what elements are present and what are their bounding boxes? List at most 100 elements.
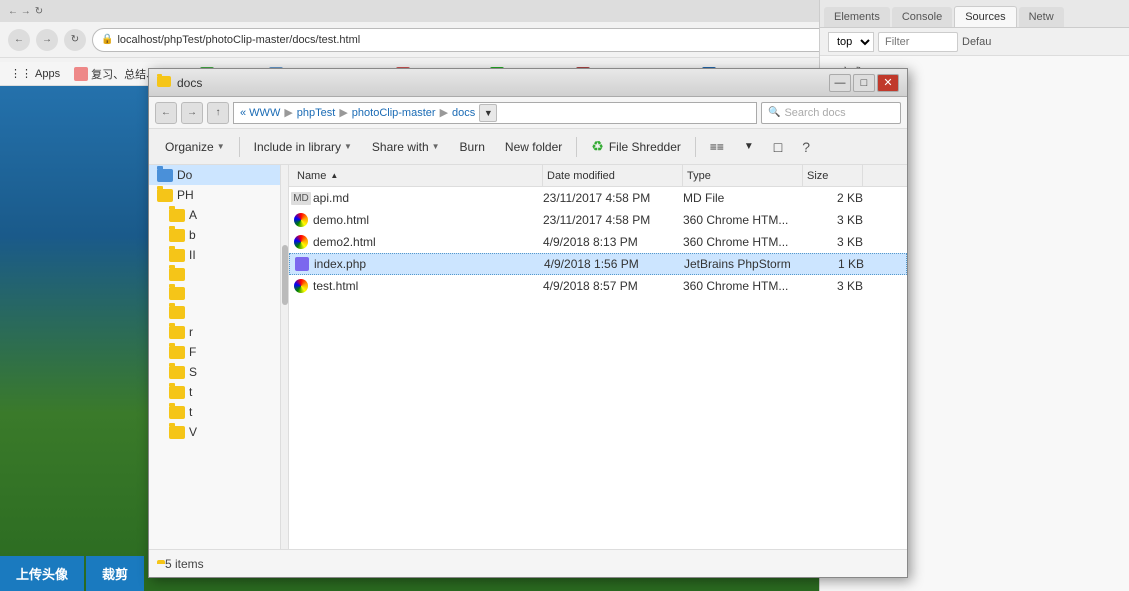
help-button[interactable]: ? — [794, 133, 818, 161]
tab-elements[interactable]: Elements — [824, 7, 890, 27]
file-row-index[interactable]: index.php 4/9/2018 1:56 PM JetBrains Php… — [289, 253, 907, 275]
sidebar-folder-ii[interactable]: II — [149, 245, 288, 265]
file-date-demo2: 4/9/2018 8:13 PM — [543, 235, 683, 249]
path-www[interactable]: « WWW — [240, 107, 280, 119]
share-with-button[interactable]: Share with ▼ — [364, 133, 448, 161]
sidebar-folder-7[interactable] — [149, 303, 288, 322]
sidebar-folder-ph[interactable]: PH — [149, 185, 288, 205]
tab-console[interactable]: Console — [892, 7, 952, 27]
file-type-api: MD File — [683, 191, 803, 205]
sidebar-folder-icon-ii — [169, 249, 185, 262]
explorer-path[interactable]: « WWW ▶ phpTest ▶ photoClip-master ▶ doc… — [233, 102, 757, 124]
view-options-button[interactable]: □ — [766, 133, 790, 161]
status-text: 5 items — [165, 557, 204, 571]
explorer-sidebar: Do PH A b II — [149, 165, 289, 549]
dialog-title: docs — [157, 76, 829, 90]
explorer-address-bar: ← → ↑ « WWW ▶ phpTest ▶ photoClip-master… — [149, 97, 907, 129]
organize-button[interactable]: Organize ▼ — [157, 133, 233, 161]
file-icon-index — [294, 256, 310, 272]
sidebar-scrollbar[interactable] — [280, 165, 288, 549]
sidebar-folder-t1[interactable]: t — [149, 382, 288, 402]
explorer-toolbar: Organize ▼ Include in library ▼ Share wi… — [149, 129, 907, 165]
devtools-default-label: Defau — [962, 36, 991, 48]
sidebar-folder-r[interactable]: r — [149, 322, 288, 342]
crop-button[interactable]: 裁剪 — [86, 556, 144, 591]
sidebar-folder-v[interactable]: V — [149, 422, 288, 442]
sidebar-folder-icon-f — [169, 346, 185, 359]
col-header-date[interactable]: Date modified — [543, 165, 683, 187]
file-icon-test — [293, 278, 309, 294]
reload-button[interactable]: ↻ — [64, 29, 86, 51]
file-name-index: index.php — [314, 257, 544, 271]
sidebar-folder-icon-5 — [169, 268, 185, 281]
sidebar-folder-s[interactable]: S — [149, 362, 288, 382]
chrome-reload[interactable]: ↻ — [35, 6, 43, 17]
sidebar-folder-f[interactable]: F — [149, 342, 288, 362]
dialog-title-text: docs — [177, 76, 202, 90]
toolbar-separator-1 — [239, 137, 240, 157]
explorer-up-button[interactable]: ↑ — [207, 102, 229, 124]
forward-button[interactable]: → — [36, 29, 58, 51]
file-shredder-button[interactable]: ♻ File Shredder — [583, 133, 689, 161]
sidebar-folder-6[interactable] — [149, 284, 288, 303]
back-button[interactable]: ← — [8, 29, 30, 51]
sidebar-folder-icon-t1 — [169, 386, 185, 399]
file-row-demo[interactable]: demo.html 23/11/2017 4:58 PM 360 Chrome … — [289, 209, 907, 231]
file-name-demo2: demo2.html — [313, 235, 543, 249]
col-header-name[interactable]: Name ▲ — [293, 165, 543, 187]
col-header-size[interactable]: Size — [803, 165, 863, 187]
restore-button[interactable]: □ — [853, 74, 875, 92]
view-dropdown-button[interactable]: ▼ — [736, 133, 762, 161]
sidebar-folder-t2[interactable]: t — [149, 402, 288, 422]
sidebar-folder-b[interactable]: b — [149, 225, 288, 245]
apps-icon: ⋮⋮ — [10, 67, 32, 80]
close-button[interactable]: ✕ — [877, 74, 899, 92]
col-header-type[interactable]: Type — [683, 165, 803, 187]
sidebar-folder-5[interactable] — [149, 265, 288, 284]
tab-sources[interactable]: Sources — [954, 6, 1016, 27]
sidebar-folder-icon-6 — [169, 287, 185, 300]
bottom-buttons: 上传头像 裁剪 — [0, 556, 144, 591]
file-date-index: 4/9/2018 1:56 PM — [544, 257, 684, 271]
file-row-demo2[interactable]: demo2.html 4/9/2018 8:13 PM 360 Chrome H… — [289, 231, 907, 253]
file-date-test: 4/9/2018 8:57 PM — [543, 279, 683, 293]
upload-avatar-button[interactable]: 上传头像 — [0, 556, 84, 591]
share-dropdown-icon: ▼ — [432, 142, 440, 151]
explorer-search[interactable]: 🔍 Search docs — [761, 102, 901, 124]
explorer-back-button[interactable]: ← — [155, 102, 177, 124]
filelist-footer: 5 items — [149, 549, 907, 577]
path-sep-1: ▶ — [284, 106, 292, 119]
file-type-test: 360 Chrome HTM... — [683, 279, 803, 293]
file-row-test[interactable]: test.html 4/9/2018 8:57 PM 360 Chrome HT… — [289, 275, 907, 297]
path-phptest[interactable]: phpTest — [297, 107, 336, 119]
devtools-filter-input[interactable] — [878, 32, 958, 52]
sort-arrow: ▲ — [330, 171, 338, 180]
search-icon: 🔍 — [768, 107, 780, 118]
bookmark-apps[interactable]: ⋮⋮ Apps — [4, 65, 66, 82]
new-folder-button[interactable]: New folder — [497, 133, 570, 161]
tab-network[interactable]: Netw — [1019, 7, 1064, 27]
file-size-test: 3 KB — [803, 279, 863, 293]
path-photoclip[interactable]: photoClip-master — [352, 107, 436, 119]
path-dropdown[interactable]: ▼ — [479, 104, 497, 122]
path-sep-2: ▶ — [339, 106, 347, 119]
minimize-button[interactable]: — — [829, 74, 851, 92]
view-button[interactable]: ≡≡ — [702, 133, 732, 161]
file-type-demo: 360 Chrome HTM... — [683, 213, 803, 227]
file-icon-demo — [293, 212, 309, 228]
chrome-nav-arrows[interactable]: ← → — [8, 6, 31, 17]
shredder-icon: ♻ — [591, 138, 604, 155]
file-row-api[interactable]: MD api.md 23/11/2017 4:58 PM MD File 2 K… — [289, 187, 907, 209]
review-icon — [74, 67, 88, 81]
burn-button[interactable]: Burn — [452, 133, 493, 161]
file-icon-demo2 — [293, 234, 309, 250]
sidebar-folder-do[interactable]: Do — [149, 165, 288, 185]
explorer-dialog: docs — □ ✕ ← → ↑ « WWW ▶ phpTest ▶ photo… — [148, 68, 908, 578]
include-dropdown-icon: ▼ — [344, 142, 352, 151]
explorer-forward-button[interactable]: → — [181, 102, 203, 124]
devtools-select[interactable]: top — [828, 32, 874, 52]
path-docs[interactable]: docs — [452, 107, 475, 119]
file-date-api: 23/11/2017 4:58 PM — [543, 191, 683, 205]
include-in-library-button[interactable]: Include in library ▼ — [246, 133, 360, 161]
sidebar-folder-a[interactable]: A — [149, 205, 288, 225]
